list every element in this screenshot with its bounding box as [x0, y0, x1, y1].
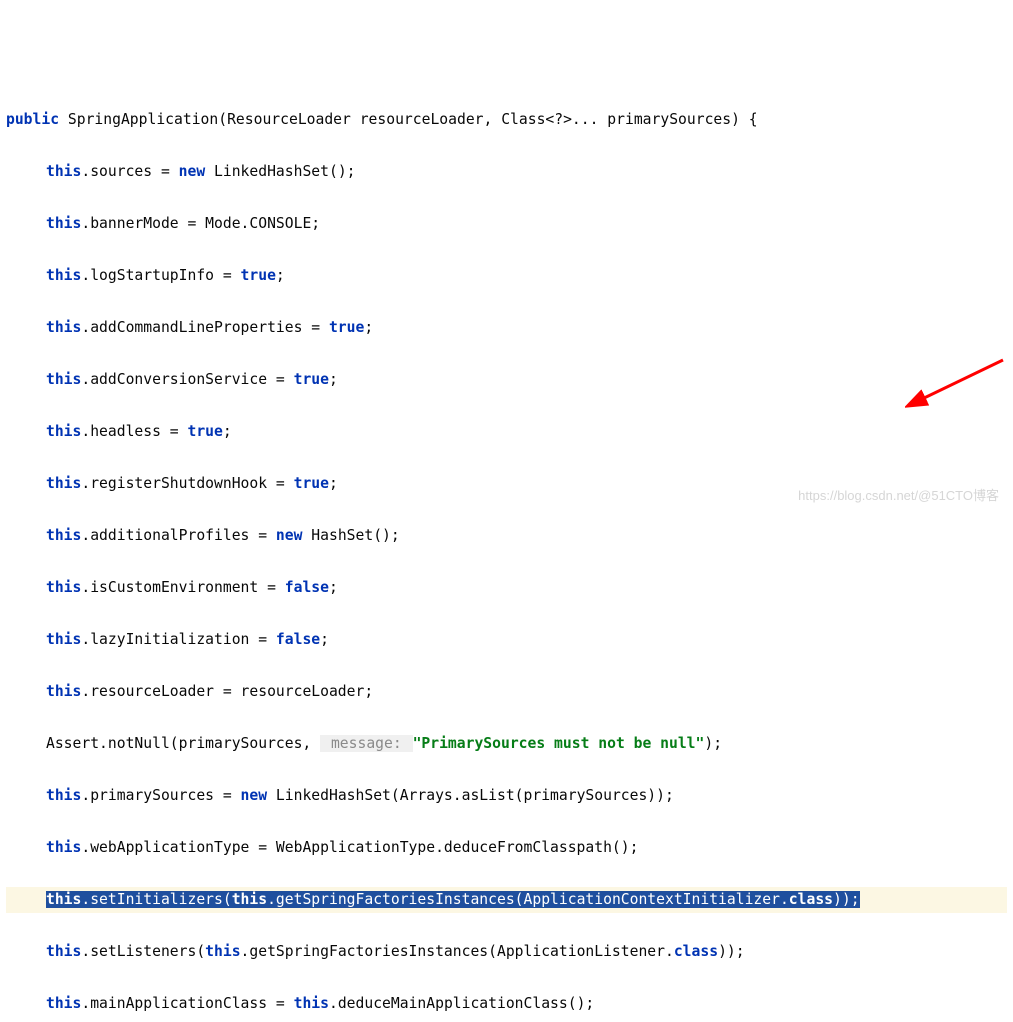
- code-line-13: this.primarySources = new LinkedHashSet(…: [6, 783, 1007, 809]
- code-line-10: this.lazyInitialization = false;: [6, 627, 1007, 653]
- code-line-14: this.webApplicationType = WebApplication…: [6, 835, 1007, 861]
- code-line-7: this.registerShutdownHook = true;: [6, 471, 1007, 497]
- code-line-8: this.additionalProfiles = new HashSet();: [6, 523, 1007, 549]
- code-line-3: this.logStartupInfo = true;: [6, 263, 1007, 289]
- code-line-11: this.resourceLoader = resourceLoader;: [6, 679, 1007, 705]
- code-line-9: this.isCustomEnvironment = false;: [6, 575, 1007, 601]
- code-line-4: this.addCommandLineProperties = true;: [6, 315, 1007, 341]
- code-line-2: this.bannerMode = Mode.CONSOLE;: [6, 211, 1007, 237]
- signature-rest: SpringApplication(ResourceLoader resourc…: [59, 111, 758, 128]
- code-line-15-highlighted: this.setInitializers(this.getSpringFacto…: [6, 887, 1007, 913]
- code-line-6: this.headless = true;: [6, 419, 1007, 445]
- keyword-public: public: [6, 111, 59, 128]
- code-line-17: this.mainApplicationClass = this.deduceM…: [6, 991, 1007, 1017]
- code-line-12: Assert.notNull(primarySources, message: …: [6, 731, 1007, 757]
- code-line-5: this.addConversionService = true;: [6, 367, 1007, 393]
- code-line-1: this.sources = new LinkedHashSet();: [6, 159, 1007, 185]
- code-line-signature: public SpringApplication(ResourceLoader …: [6, 107, 1007, 133]
- code-line-16: this.setListeners(this.getSpringFactorie…: [6, 939, 1007, 965]
- param-hint: message:: [320, 735, 412, 752]
- selected-text: this.setInitializers(this.getSpringFacto…: [46, 891, 860, 908]
- string-literal: "PrimarySources must not be null": [413, 735, 705, 752]
